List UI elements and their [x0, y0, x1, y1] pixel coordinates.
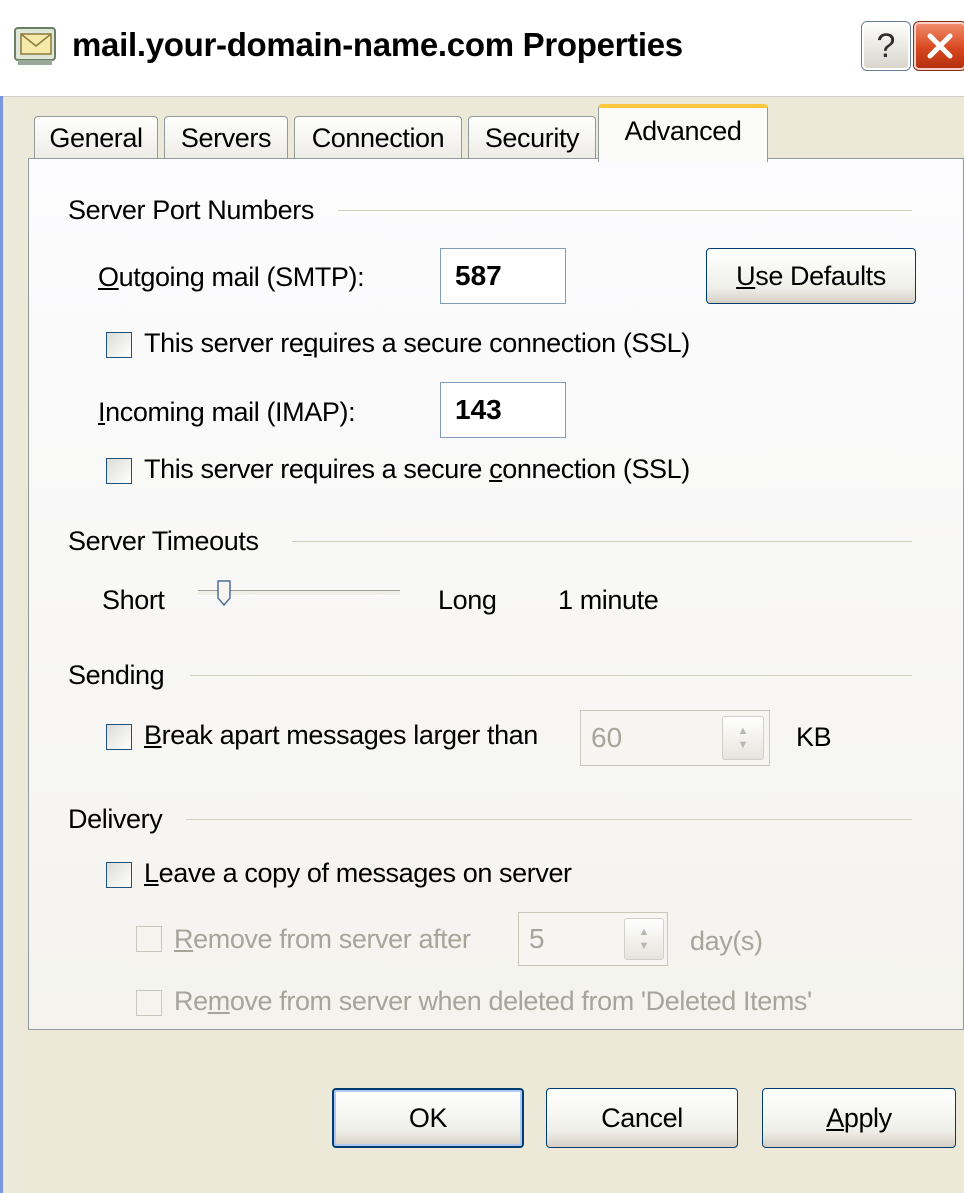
group-divider	[190, 675, 912, 676]
spin-down-icon: ▼	[737, 739, 749, 751]
help-icon: ?	[876, 26, 896, 65]
remove-after-unit: day(s)	[690, 926, 763, 956]
ok-button[interactable]: OK	[332, 1088, 524, 1148]
incoming-port-input[interactable]: 143	[440, 382, 566, 438]
tab-label: Servers	[180, 123, 272, 153]
group-label-delivery: Delivery	[68, 804, 163, 834]
group-label-sending: Sending	[68, 660, 165, 690]
spin-up-icon: ▲	[638, 926, 650, 938]
incoming-ssl-label: This server requires a secure connection…	[144, 454, 690, 484]
tab-security[interactable]: Security	[468, 116, 596, 160]
group-divider	[292, 541, 912, 542]
window-frame-left	[0, 96, 3, 1193]
group-divider	[186, 819, 912, 820]
close-button[interactable]	[913, 21, 964, 71]
remove-deleted-label: Remove from server when deleted from 'De…	[174, 986, 812, 1016]
timeout-short-label: Short	[102, 585, 165, 615]
window-title: mail.your-domain-name.com Properties	[72, 26, 683, 63]
spin-down-icon: ▼	[638, 940, 650, 952]
outgoing-port-input[interactable]: 587	[440, 248, 566, 304]
spin-up-icon: ▲	[737, 725, 749, 737]
break-apart-checkbox[interactable]	[106, 724, 132, 750]
leave-copy-checkbox[interactable]	[106, 862, 132, 888]
outgoing-ssl-label: This server requires a secure connection…	[144, 328, 690, 358]
help-button[interactable]: ?	[861, 21, 911, 71]
remove-deleted-checkbox[interactable]	[136, 990, 162, 1016]
tab-advanced[interactable]: Advanced	[598, 104, 768, 162]
group-label-server-ports: Server Port Numbers	[68, 195, 314, 225]
group-label-server-timeouts: Server Timeouts	[68, 526, 259, 556]
tab-general[interactable]: General	[34, 116, 158, 160]
leave-copy-label: Leave a copy of messages on server	[144, 858, 572, 888]
break-apart-unit: KB	[796, 722, 832, 752]
outgoing-mail-label: Outgoing mail (SMTP):	[98, 262, 365, 292]
tab-label: Security	[484, 123, 580, 153]
title-bar[interactable]: mail.your-domain-name.com Properties ?	[0, 0, 964, 97]
remove-after-label: Remove from server after	[174, 924, 471, 954]
break-apart-label: Break apart messages larger than	[144, 720, 538, 750]
tab-label: Advanced	[624, 116, 742, 146]
timeout-long-label: Long	[438, 585, 497, 615]
apply-button[interactable]: Apply	[762, 1088, 956, 1148]
tab-label: General	[49, 123, 143, 153]
group-divider	[338, 210, 912, 211]
remove-after-days-spinner[interactable]: ▲ ▼	[624, 918, 664, 960]
properties-dialog: mail.your-domain-name.com Properties ? G…	[0, 0, 964, 1193]
tab-label: Connection	[311, 123, 445, 153]
tab-connection[interactable]: Connection	[294, 116, 462, 160]
remove-after-checkbox[interactable]	[136, 926, 162, 952]
cancel-button[interactable]: Cancel	[546, 1088, 738, 1148]
incoming-ssl-checkbox[interactable]	[106, 458, 132, 484]
outgoing-ssl-checkbox[interactable]	[106, 332, 132, 358]
timeout-value: 1 minute	[558, 585, 659, 615]
use-defaults-button[interactable]: Use Defaults	[706, 248, 916, 304]
tab-servers[interactable]: Servers	[164, 116, 288, 160]
mail-server-icon	[14, 27, 56, 65]
incoming-mail-label: Incoming mail (IMAP):	[98, 397, 356, 427]
break-apart-size-spinner[interactable]: ▲ ▼	[722, 716, 764, 760]
close-icon	[927, 33, 953, 59]
timeout-slider-thumb[interactable]	[217, 580, 231, 606]
